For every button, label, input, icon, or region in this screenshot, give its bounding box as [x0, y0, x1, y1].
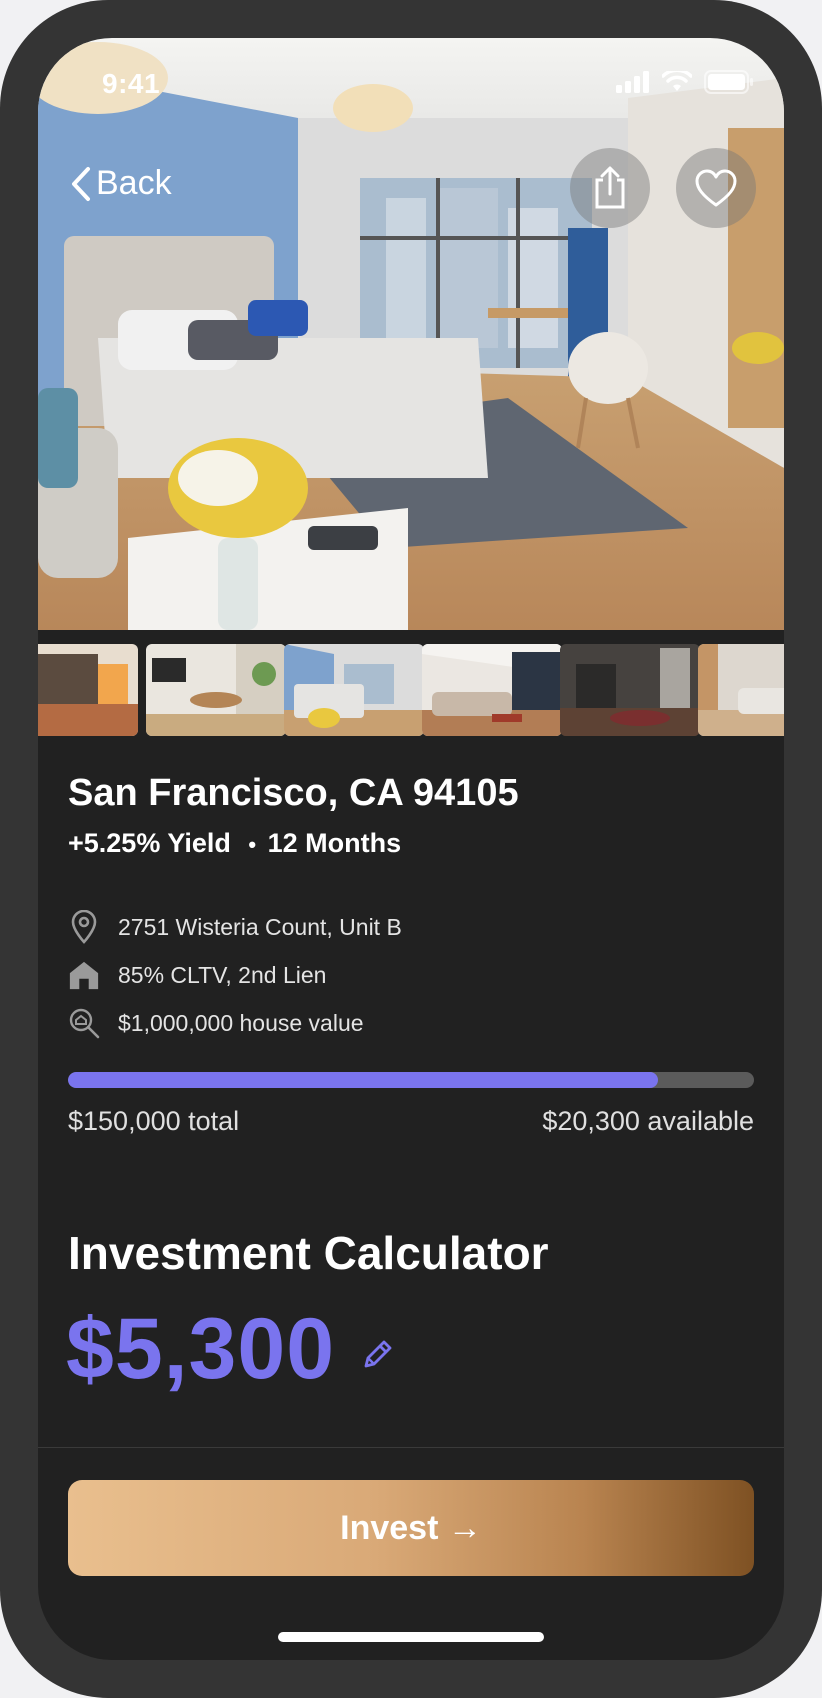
edit-amount-button[interactable]	[360, 1338, 394, 1377]
house-value-row: $1,000,000 house value	[68, 1006, 364, 1040]
invest-button[interactable]: Invest →	[68, 1480, 754, 1576]
subtitle-separator: •	[248, 832, 257, 857]
cellular-signal-icon	[616, 71, 649, 93]
home-search-icon	[68, 1006, 100, 1040]
favorite-button[interactable]	[676, 148, 756, 228]
divider	[38, 1447, 784, 1448]
status-time: 9:41	[102, 68, 161, 99]
back-button[interactable]: Back	[70, 164, 172, 203]
back-label: Back	[96, 164, 172, 202]
chevron-left-icon	[72, 166, 90, 201]
house-icon	[68, 958, 100, 992]
house-value-text: $1,000,000 house value	[118, 1009, 364, 1036]
calculator-title: Investment Calculator	[68, 1227, 549, 1279]
funding-progress-fill	[68, 1072, 658, 1088]
funding-progress-bar	[68, 1072, 754, 1088]
status-icons	[616, 70, 754, 94]
share-icon	[595, 166, 625, 209]
thumbnail[interactable]	[698, 644, 784, 736]
available-amount: $20,300 available	[542, 1106, 754, 1136]
hero-photo: 9:41 Back	[38, 38, 784, 630]
heart-icon	[695, 169, 737, 207]
investment-amount[interactable]: $5,300	[66, 1306, 335, 1392]
pencil-icon	[364, 1340, 392, 1368]
thumbnail[interactable]	[38, 644, 138, 736]
app-screen: 9:41 Back San Francisco, CA 94105 +5.25%…	[38, 38, 784, 1660]
wifi-icon	[662, 71, 692, 91]
battery-icon	[704, 70, 753, 94]
share-button[interactable]	[570, 148, 650, 228]
total-amount: $150,000 total	[68, 1106, 240, 1136]
term-text: 12 Months	[267, 828, 402, 858]
photo-thumbnails	[38, 644, 784, 736]
listing-subtitle: +5.25% Yield • 12 Months	[68, 828, 401, 859]
location-pin-icon	[68, 910, 100, 944]
thumbnail[interactable]	[146, 644, 286, 736]
yield-text: +5.25% Yield	[68, 828, 231, 858]
lien-row: 85% CLTV, 2nd Lien	[68, 958, 326, 992]
device-frame: 9:41 Back San Francisco, CA 94105 +5.25%…	[0, 0, 822, 1698]
status-bar: 9:41	[38, 38, 784, 128]
thumbnail[interactable]	[422, 644, 562, 736]
home-indicator[interactable]	[278, 1632, 544, 1642]
listing-title: San Francisco, CA 94105	[68, 772, 519, 814]
thumbnail[interactable]	[560, 644, 700, 736]
address-row: 2751 Wisteria Count, Unit B	[68, 910, 402, 944]
lien-text: 85% CLTV, 2nd Lien	[118, 961, 327, 988]
thumbnail[interactable]	[284, 644, 424, 736]
address-text: 2751 Wisteria Count, Unit B	[118, 913, 402, 940]
